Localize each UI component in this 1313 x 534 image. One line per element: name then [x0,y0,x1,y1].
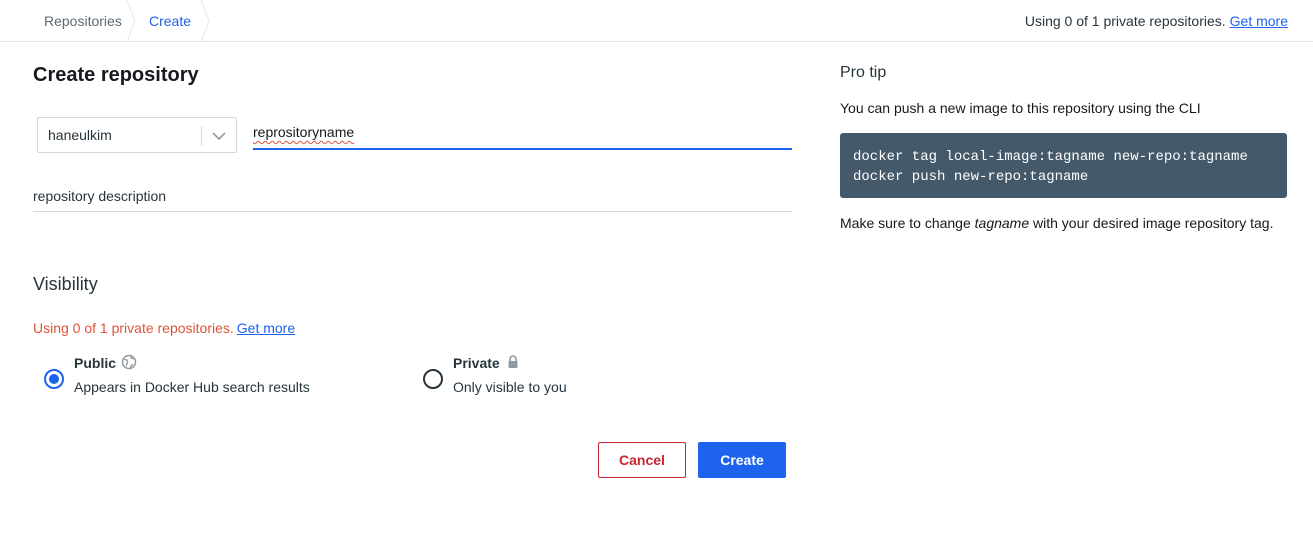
public-description: Appears in Docker Hub search results [74,379,310,395]
repository-name-value: reprositoryname [253,124,355,140]
breadcrumb-separator-icon [126,0,136,42]
namespace-value: haneulkim [48,127,112,143]
visibility-usage: Using 0 of 1 private repositories. Get mo… [33,320,295,336]
lock-icon [508,355,518,368]
pro-tip-note: Make sure to change tagname with your de… [840,215,1273,231]
visibility-option-private[interactable]: Private Only visible to you [423,352,643,400]
top-bar: Repositories Create Using 0 of 1 private… [0,0,1313,42]
public-radio[interactable] [44,369,64,389]
breadcrumb-create[interactable]: Create [149,0,191,41]
note-text-before: Make sure to change [840,215,975,231]
visibility-option-public[interactable]: Public Appears in Docker Hub search resu… [44,352,364,400]
private-label: Private [453,355,500,371]
repository-description-input[interactable]: repository description [33,180,792,212]
note-tagname: tagname [974,215,1030,231]
visibility-heading: Visibility [33,274,98,294]
chevron-down-icon[interactable] [208,128,230,144]
visibility-get-more-link[interactable]: Get more [237,320,295,336]
pro-tip-title: Pro tip [840,64,887,81]
code-line-push: docker push new-repo:tagname [853,169,1089,185]
usage-text: Using 0 of 1 private repositories. [1024,13,1226,29]
visibility-usage-text: Using 0 of 1 private repositories. [33,320,234,336]
breadcrumb-separator-icon [200,0,210,42]
private-repo-usage: Using 0 of 1 private repositories. Get mo… [1025,0,1288,42]
repository-name-input[interactable]: reprositoryname [253,118,792,150]
select-divider [201,126,202,146]
pro-tip-intro: You can push a new image to this reposit… [840,100,1201,116]
cli-code-block: docker tag local-image:tagname new-repo:… [840,133,1287,198]
cancel-button[interactable]: Cancel [598,442,686,478]
globe-icon [121,354,137,370]
page-title: Create repository [33,64,199,86]
namespace-select[interactable]: haneulkim [37,117,237,153]
public-label: Public [74,355,117,371]
private-description: Only visible to you [453,379,567,395]
breadcrumb-repositories[interactable]: Repositories [44,0,122,41]
private-radio[interactable] [423,369,443,389]
note-text-after: with your desired image repository tag. [1029,215,1274,231]
repository-description-placeholder: repository description [33,188,167,204]
code-line-tag: docker tag local-image:tagname new-repo:… [853,149,1248,165]
get-more-link[interactable]: Get more [1230,13,1288,29]
create-button[interactable]: Create [698,442,786,478]
